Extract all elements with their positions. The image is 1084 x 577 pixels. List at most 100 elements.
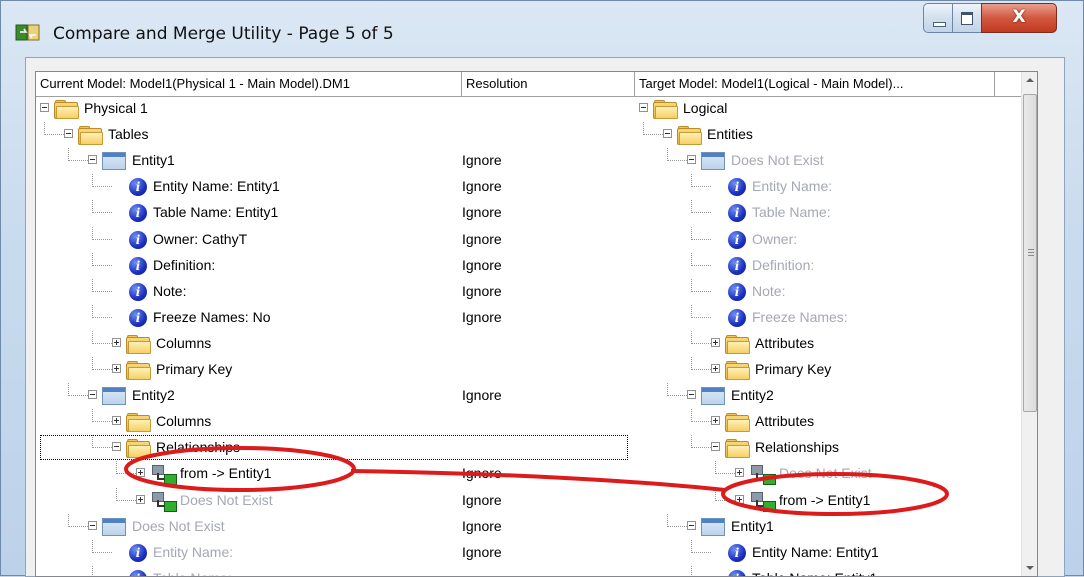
node-label: Note: — [153, 282, 187, 299]
collapse-minus-icon[interactable] — [687, 390, 696, 400]
scroll-down-arrow-icon[interactable] — [1022, 559, 1037, 576]
tree-line — [92, 565, 93, 576]
expand-plus-icon[interactable] — [735, 494, 744, 504]
resolution-cell[interactable]: Ignore — [462, 152, 502, 168]
tree-line — [691, 447, 711, 449]
tree-line — [691, 551, 711, 553]
node-label: Logical — [683, 100, 728, 116]
folder-icon — [653, 100, 678, 119]
grip-line — [1028, 249, 1034, 250]
tree-line — [691, 290, 711, 292]
node-label: Does Not Exist — [779, 465, 872, 482]
resolution-cell[interactable]: Ignore — [462, 309, 502, 325]
column-header-current-model[interactable]: Current Model: Model1(Physical 1 - Main … — [36, 72, 462, 96]
column-header-target-model[interactable]: Target Model: Model1(Logical - Main Mode… — [635, 72, 995, 96]
tree-line — [92, 551, 112, 553]
node-label: Entity Name: Entity1 — [153, 178, 280, 195]
resolution-cell[interactable]: Ignore — [462, 257, 502, 273]
collapse-minus-icon[interactable] — [112, 442, 121, 452]
folder-icon — [126, 361, 151, 380]
node-label: Does Not Exist — [731, 152, 824, 169]
resolution-cell[interactable]: Ignore — [462, 465, 502, 481]
tree-line — [691, 369, 711, 370]
title-bar[interactable]: Compare and Merge Utility - Page 5 of 5 … — [1, 1, 1084, 55]
table-row[interactable]: Tables Entities — [36, 122, 1021, 148]
table-row[interactable]: from -> Entity1 Does Not Exist Ignore — [36, 461, 1021, 487]
expand-plus-icon[interactable] — [711, 337, 720, 347]
node-label: Freeze Names: No — [153, 308, 271, 325]
tree-rows: Physical 1 Logical Tables Entities Entity1 Do… — [36, 96, 1021, 576]
tree-line — [68, 525, 88, 527]
node-label: Columns — [156, 334, 212, 351]
table-row[interactable]: Physical 1 Logical — [36, 96, 1021, 122]
expand-plus-icon[interactable] — [136, 494, 145, 504]
node-label: from -> Entity1 — [180, 465, 272, 482]
node-label: Tables — [108, 126, 149, 143]
column-header-resolution[interactable]: Resolution — [462, 72, 635, 96]
table-row[interactable]: Entity2 Entity2 Ignore — [36, 383, 1021, 409]
collapse-minus-icon[interactable] — [663, 129, 672, 139]
scroll-thumb[interactable] — [1023, 94, 1037, 412]
table-row[interactable]: i Owner: CathyT i Owner: Ignore — [36, 226, 1021, 253]
resolution-cell[interactable]: Ignore — [462, 387, 502, 403]
collapse-minus-icon[interactable] — [64, 129, 73, 139]
node-label: Attributes — [755, 334, 815, 351]
expand-plus-icon[interactable] — [711, 364, 720, 373]
node-label: Entity Name: — [752, 178, 833, 195]
resolution-cell[interactable]: Ignore — [462, 544, 502, 560]
table-icon — [701, 517, 725, 536]
scroll-up-arrow-icon[interactable] — [1022, 72, 1037, 89]
tree-line — [92, 421, 112, 423]
info-icon: i — [129, 230, 147, 249]
table-row[interactable]: iTable Name:iTable Name: Entity1 — [36, 565, 1021, 576]
collapse-minus-icon[interactable] — [639, 103, 648, 112]
expand-plus-icon[interactable] — [735, 468, 744, 478]
collapse-minus-icon[interactable] — [40, 103, 49, 112]
folder-icon — [725, 439, 750, 459]
vertical-scrollbar[interactable] — [1021, 72, 1037, 576]
tree-line — [92, 238, 112, 240]
table-row[interactable]: Relationships Relationships — [36, 435, 1021, 461]
table-row[interactable]: Primary Key Primary Key — [36, 357, 1021, 383]
collapse-minus-icon[interactable] — [687, 155, 696, 165]
table-row[interactable]: Entity1 Does Not Exist Ignore — [36, 148, 1021, 174]
expand-plus-icon[interactable] — [136, 468, 145, 478]
compare-merge-window: Compare and Merge Utility - Page 5 of 5 … — [0, 0, 1084, 577]
collapse-minus-icon[interactable] — [711, 442, 720, 452]
close-button[interactable]: X — [981, 3, 1057, 33]
expand-plus-icon[interactable] — [711, 416, 720, 426]
collapse-minus-icon[interactable] — [88, 390, 97, 400]
compare-tree-grid[interactable]: Current Model: Model1(Physical 1 - Main … — [35, 71, 1038, 577]
resolution-cell[interactable]: Ignore — [462, 492, 502, 508]
table-row[interactable]: Does Not Exist from -> Entity1 Ignore — [36, 487, 1021, 514]
node-label: Entity1 — [731, 517, 774, 534]
table-row[interactable]: i Entity Name: i Entity Name: Entity1 Ignore — [36, 539, 1021, 566]
maximize-button[interactable] — [952, 3, 982, 33]
close-icon: X — [1012, 7, 1026, 27]
node-label: Definition: — [752, 256, 815, 273]
expand-plus-icon[interactable] — [112, 337, 121, 347]
resolution-cell[interactable]: Ignore — [462, 231, 502, 247]
collapse-minus-icon[interactable] — [88, 155, 97, 165]
table-row[interactable]: i Table Name: Entity1 i Table Name: Ignore — [36, 200, 1021, 226]
resolution-cell[interactable]: Ignore — [462, 178, 502, 194]
minimize-button[interactable] — [923, 3, 953, 33]
table-row[interactable]: Columns Attributes — [36, 409, 1021, 435]
folder-icon — [725, 413, 750, 433]
node-label: Attributes — [755, 413, 815, 430]
table-row[interactable]: i Entity Name: Entity1 i Entity Name: Ignore — [36, 174, 1021, 200]
table-row[interactable]: i Note: i Note: Ignore — [36, 278, 1021, 305]
expand-plus-icon[interactable] — [112, 416, 121, 426]
expand-plus-icon[interactable] — [112, 364, 121, 373]
collapse-minus-icon[interactable] — [687, 520, 696, 530]
compare-merge-app-icon — [15, 24, 40, 41]
table-row[interactable]: i Freeze Names: No i Freeze Names: Ignore — [36, 304, 1021, 331]
collapse-minus-icon[interactable] — [88, 520, 97, 530]
resolution-cell[interactable]: Ignore — [462, 283, 502, 299]
table-row[interactable]: Does Not Exist Entity1 Ignore — [36, 513, 1021, 540]
resolution-cell[interactable]: Ignore — [462, 204, 502, 220]
table-row[interactable]: i Definition: i Definition: Ignore — [36, 252, 1021, 279]
folder-icon — [54, 100, 79, 119]
resolution-cell[interactable]: Ignore — [462, 518, 502, 534]
table-row[interactable]: Columns Attributes — [36, 330, 1021, 357]
